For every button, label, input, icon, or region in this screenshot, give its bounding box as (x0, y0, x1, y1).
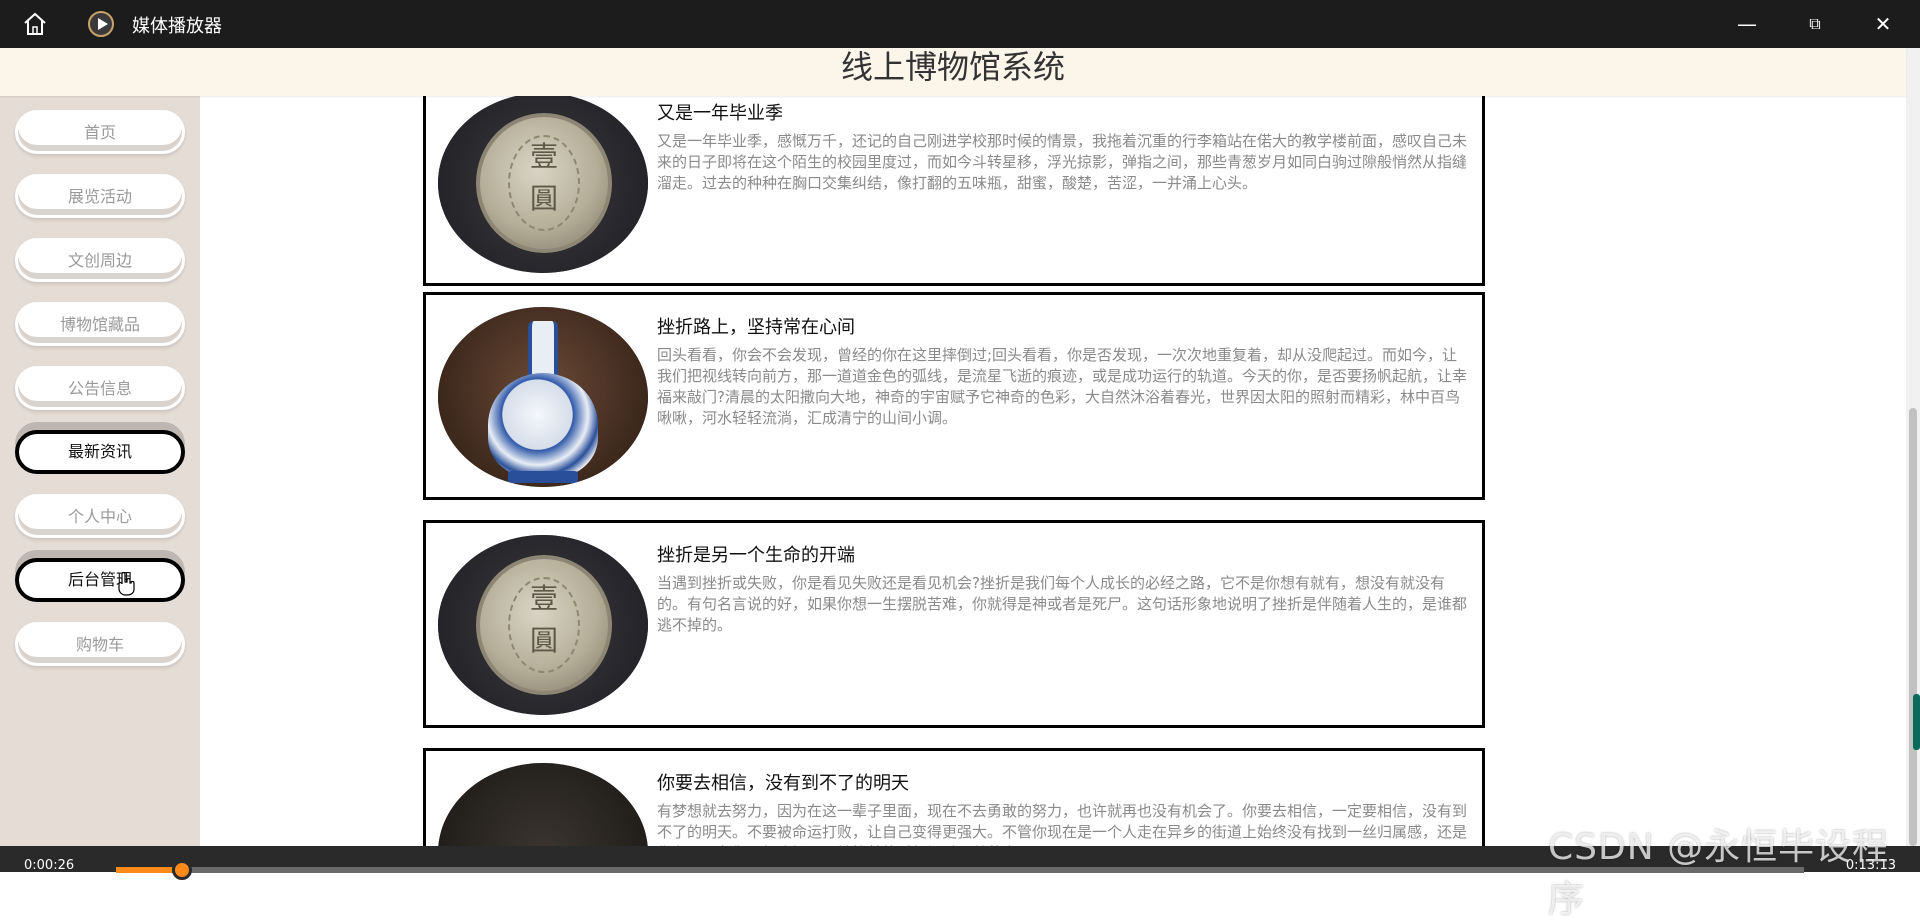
news-title[interactable]: 挫折路上，坚持常在心间 (657, 313, 855, 339)
side-tab[interactable] (1913, 694, 1920, 750)
sidebar-item-label: 文创周边 (67, 251, 132, 270)
watermark: CSDN @永恒毕设程序 (1548, 827, 1890, 920)
news-title[interactable]: 挫折是另一个生命的开端 (657, 541, 855, 567)
sidebar-item-announcements[interactable]: 公告信息 (15, 366, 185, 410)
news-thumbnail (438, 307, 648, 487)
close-icon[interactable]: ✕ (1868, 10, 1898, 38)
sidebar-item-exhibitions[interactable]: 展览活动 (15, 174, 185, 218)
news-title[interactable]: 又是一年毕业季 (657, 99, 783, 125)
sidebar-item-label: 首页 (83, 123, 116, 142)
sidebar-item-personal-center[interactable]: 个人中心 (15, 494, 185, 538)
hand-cursor-icon (118, 572, 135, 596)
news-card[interactable]: 壹 圓 又是一年毕业季 又是一年毕业季，感慨万千，还记的自己刚进学校那时候的情景… (423, 96, 1485, 286)
vase-image (488, 373, 598, 477)
news-card[interactable]: 你要去相信，没有到不了的明天 有梦想就去努力，因为在这一辈子里面，现在不去勇敢的… (423, 748, 1485, 846)
news-summary: 当遇到挫折或失败，你是看见失败还是看见机会?挫折是我们每个人成长的必经之路，它不… (657, 574, 1468, 634)
news-title[interactable]: 你要去相信，没有到不了的明天 (657, 769, 909, 795)
news-summary: 有梦想就去努力，因为在这一辈子里面，现在不去勇敢的努力，也许就再也没有机会了。你… (657, 802, 1468, 846)
sidebar-item-label: 购物车 (75, 635, 124, 654)
news-summary: 又是一年毕业季，感慨万千，还记的自己刚进学校那时候的情景，我拖着沉重的行李箱站在… (657, 132, 1468, 192)
coin-image: 壹 圓 (476, 555, 612, 695)
sidebar-item-label: 展览活动 (67, 187, 132, 206)
news-card[interactable]: 壹 圓 挫折是另一个生命的开端 当遇到挫折或失败，你是看见失败还是看见机会?挫折… (423, 520, 1485, 728)
news-summary: 回头看看，你会不会发现，曾经的你在这里摔倒过;回头看看，你是否发现，一次次地重复… (657, 346, 1468, 427)
coin-image: 壹 圓 (476, 113, 612, 253)
sidebar-item-label: 博物馆藏品 (59, 315, 140, 334)
news-thumbnail (438, 763, 648, 846)
player-titlebar: 媒体播放器 — ⧉ ✕ (0, 0, 1920, 48)
sidebar-item-cart[interactable]: 购物车 (15, 622, 185, 666)
sidebar-item-latest-news[interactable]: 最新资讯 (15, 430, 185, 474)
minimize-icon[interactable]: — (1732, 10, 1762, 38)
site-header: 线上博物馆系统 (0, 48, 1906, 96)
sidebar-item-label: 个人中心 (67, 507, 132, 526)
sidebar-item-home[interactable]: 首页 (15, 110, 185, 154)
restore-icon[interactable]: ⧉ (1800, 10, 1830, 38)
news-thumbnail: 壹 圓 (438, 96, 648, 273)
seek-handle[interactable] (172, 860, 192, 880)
home-icon[interactable] (22, 12, 48, 36)
sidebar-item-cultural-products[interactable]: 文创周边 (15, 238, 185, 282)
sidebar-item-collections[interactable]: 博物馆藏品 (15, 302, 185, 346)
page-title: 线上博物馆系统 (840, 48, 1065, 86)
sidebar-item-label: 最新资讯 (67, 442, 132, 461)
news-list: 壹 圓 又是一年毕业季 又是一年毕业季，感慨万千，还记的自己刚进学校那时候的情景… (200, 96, 1906, 846)
seek-bar-fill (116, 867, 172, 873)
news-thumbnail: 壹 圓 (438, 535, 648, 715)
sidebar: 首页 展览活动 文创周边 博物馆藏品 公告信息 最新资讯 个人中心 后台管理 购… (0, 96, 200, 846)
elapsed-time: 0:00:26 (24, 858, 75, 873)
scrollbar-thumb[interactable] (1909, 408, 1917, 846)
media-player-icon (88, 11, 114, 37)
app-title: 媒体播放器 (132, 16, 222, 37)
news-card[interactable]: 挫折路上，坚持常在心间 回头看看，你会不会发现，曾经的你在这里摔倒过;回头看看，… (423, 292, 1485, 500)
sidebar-item-label: 公告信息 (67, 379, 132, 398)
sidebar-item-admin[interactable]: 后台管理 (15, 558, 185, 602)
